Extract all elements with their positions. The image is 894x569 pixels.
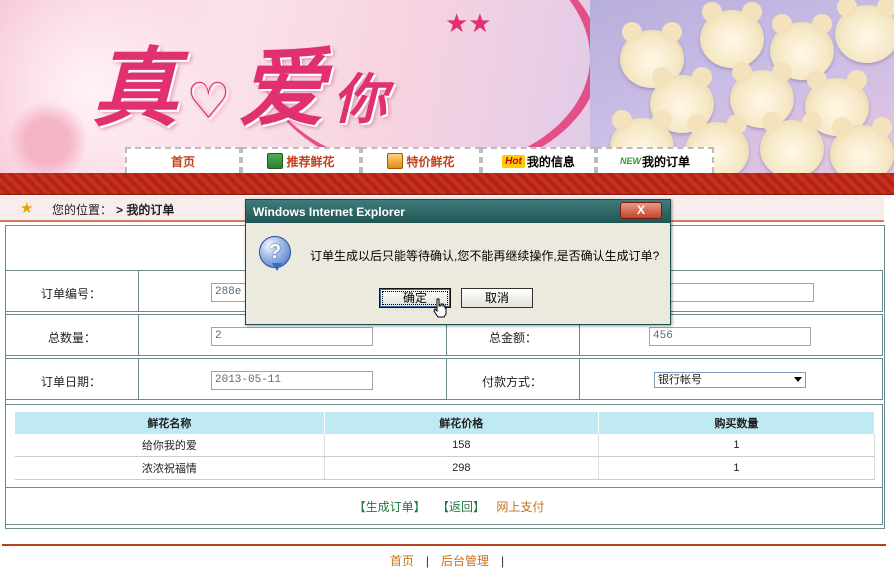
footer: 首页 | 后台管理 | — [389, 554, 505, 568]
item-name: 浓浓祝福情 — [15, 456, 325, 480]
star-icon: ★ — [20, 200, 34, 217]
breadcrumb-current: > 我的订单 — [116, 203, 175, 217]
main-nav: 首页 推荐鲜花 特价鲜花 Hot 我的信息 NEW 我的订单 — [125, 147, 714, 175]
site-logo: 真♡爱你 — [92, 38, 395, 139]
col-header-price: 鲜花价格 — [324, 412, 599, 434]
new-badge: NEW — [619, 156, 641, 166]
logo-char-3: 你 — [332, 67, 395, 131]
close-icon: X — [636, 203, 645, 217]
breadcrumb-prefix: 您的位置： — [52, 203, 113, 217]
item-name: 给你我的爱 — [15, 434, 325, 457]
dialog-title: Windows Internet Explorer — [253, 205, 405, 219]
nav-recommended-flowers[interactable]: 推荐鲜花 — [241, 147, 361, 173]
hand-cursor-icon — [433, 298, 447, 318]
order-extra-field[interactable] — [649, 283, 814, 302]
total-amount-label: 总金额： — [489, 331, 538, 345]
decorative-red-band — [0, 173, 894, 195]
header-banner: 真♡爱你 ★★ 首页 推荐鲜花 特价鲜花 Hot 我的信息 NEW 我的订单 — [0, 0, 894, 175]
confirm-dialog: Windows Internet Explorer X ? 订单生成以后只能等待… — [245, 199, 671, 325]
col-header-name: 鲜花名称 — [15, 412, 325, 434]
nav-special-flowers[interactable]: 特价鲜花 — [361, 147, 481, 173]
nav-label: 我的订单 — [641, 154, 690, 169]
cancel-button[interactable]: 取消 — [461, 288, 533, 308]
items-table: 鲜花名称 鲜花价格 购买数量 给你我的爱 158 1 浓浓祝福情 298 1 — [15, 412, 876, 480]
generate-order-link[interactable]: 【生成订单】 — [354, 500, 426, 514]
item-qty: 1 — [598, 456, 876, 480]
nav-label: 特价鲜花 — [406, 154, 455, 169]
footer-admin-link[interactable]: 后台管理 — [441, 554, 489, 568]
dialog-titlebar[interactable]: Windows Internet Explorer X — [246, 200, 670, 223]
footer-divider — [2, 544, 886, 546]
total-amount-field[interactable]: 456 — [649, 327, 811, 346]
order-date-label: 订单日期： — [41, 375, 102, 389]
table-row: 给你我的爱 158 1 — [15, 434, 876, 457]
hot-badge: Hot — [502, 154, 525, 168]
logo-char-2: 爱 — [238, 38, 333, 139]
table-row: 浓浓祝福情 298 1 — [15, 456, 876, 480]
logo-char-1: 真 — [92, 38, 186, 139]
nav-label: 首页 — [170, 154, 195, 169]
nav-home[interactable]: 首页 — [125, 147, 241, 173]
col-header-qty: 购买数量 — [598, 412, 876, 434]
nav-my-orders[interactable]: NEW 我的订单 — [596, 147, 714, 173]
nav-label: 推荐鲜花 — [286, 154, 335, 169]
chevron-down-icon[interactable] — [794, 377, 802, 382]
pay-online-link[interactable]: 网上支付 — [496, 500, 544, 514]
action-links: 【生成订单】 【返回】 网上支付 — [0, 498, 894, 515]
bag-icon — [387, 153, 404, 169]
nav-label: 我的信息 — [526, 154, 575, 169]
item-price: 158 — [324, 434, 599, 457]
close-button[interactable]: X — [620, 202, 662, 219]
question-icon-tail — [272, 263, 282, 271]
total-qty-field[interactable]: 2 — [211, 327, 373, 346]
payment-select[interactable]: 银行帐号 — [654, 372, 806, 388]
payment-label: 付款方式： — [482, 375, 543, 389]
nav-my-info[interactable]: Hot 我的信息 — [481, 147, 596, 173]
order-no-label: 订单编号： — [41, 287, 102, 301]
stars-decoration: ★★ — [445, 8, 492, 38]
item-qty: 1 — [598, 434, 876, 457]
total-qty-label: 总数量： — [48, 331, 97, 345]
order-date-field[interactable]: 2013-05-11 — [211, 371, 373, 390]
item-price: 298 — [324, 456, 599, 480]
gift-icon — [267, 153, 284, 169]
back-link[interactable]: 【返回】 — [437, 500, 485, 514]
order-row-3: 订单日期： 2013-05-11 付款方式： 银行帐号 — [5, 358, 883, 400]
footer-home-link[interactable]: 首页 — [390, 554, 414, 568]
dialog-message: 订单生成以后只能等待确认,您不能再继续操作,是否确认生成订单? — [310, 249, 660, 263]
